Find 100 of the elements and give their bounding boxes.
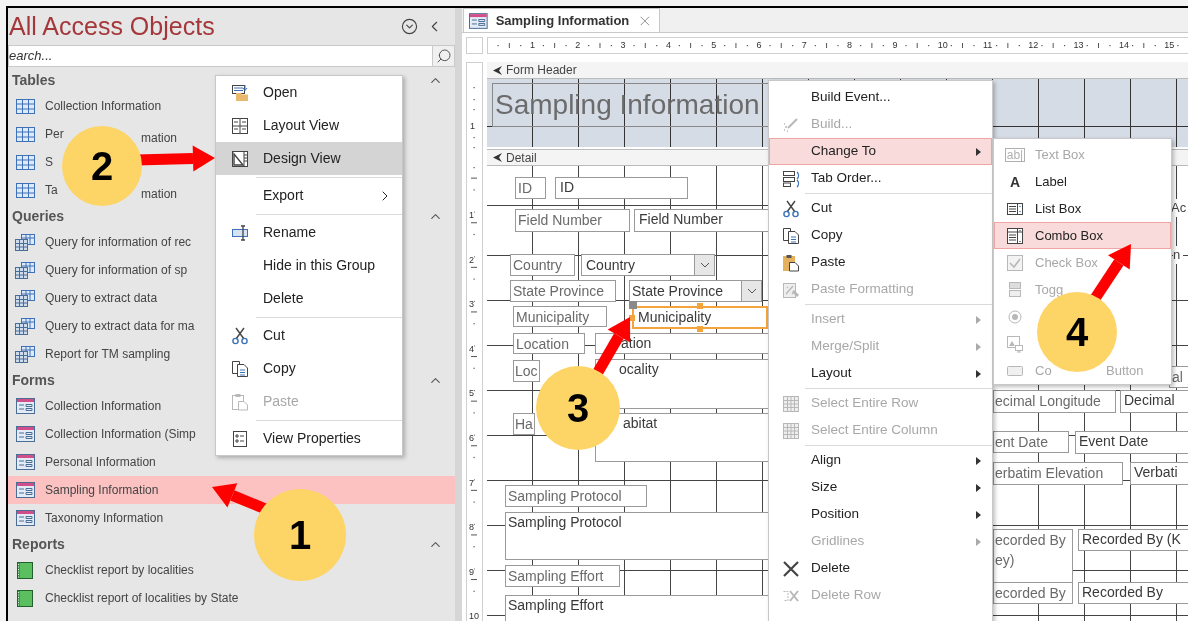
nav-item[interactable]: Collection Information (Simp [8, 424, 196, 444]
search-field[interactable]: earch... [8, 45, 433, 67]
control-label[interactable]: State Province [510, 280, 616, 302]
nav-item[interactable]: Report for TM sampling [8, 344, 171, 364]
ruler-number: 5 [711, 39, 717, 52]
menu-item[interactable]: Export [216, 179, 402, 212]
nav-item[interactable]: Ta [8, 180, 58, 200]
ruler-corner [466, 37, 483, 54]
table-icon [15, 182, 35, 198]
nav-item[interactable]: Taxonomy Information [8, 508, 164, 528]
menu-item[interactable]: A Label [994, 168, 1171, 195]
control-label[interactable]: ecorded By ey) [993, 529, 1073, 583]
menu-item[interactable]: Tab Order... [769, 165, 992, 192]
menu-item[interactable]: Combo Box [994, 222, 1171, 249]
resize-handle[interactable] [697, 303, 703, 309]
text-box[interactable]: Field Number [634, 209, 769, 232]
menu-item[interactable]: Delete [216, 282, 402, 315]
menu-item[interactable]: Cut [769, 195, 992, 222]
control-label[interactable]: ent Date [993, 431, 1069, 453]
control-label[interactable]: Sampling Protocol [505, 485, 647, 507]
text-box[interactable]: abitat [595, 413, 770, 462]
menu-item[interactable]: Align [769, 447, 992, 474]
text-box[interactable]: Recorded By (K [1078, 529, 1188, 551]
nav-item[interactable]: Checklist report of localities by State [8, 588, 239, 608]
control-label[interactable]: Municipality [513, 306, 607, 327]
menu-item[interactable]: Copy [216, 352, 402, 385]
nav-item[interactable]: Checklist report by localities [8, 560, 194, 580]
menu-item[interactable]: Open [216, 76, 402, 109]
ruler-number: 3 [620, 39, 626, 52]
control-label[interactable]: Location [513, 333, 585, 354]
menu-item[interactable]: Paste [769, 249, 992, 276]
text-box[interactable]: Verbati [1130, 462, 1188, 485]
combo-box[interactable]: State Province [629, 280, 762, 302]
search-button[interactable] [433, 45, 455, 67]
properties-icon [231, 429, 249, 448]
section-header[interactable]: Reports [12, 533, 65, 555]
nav-item[interactable]: Query to extract data for ma [8, 316, 195, 336]
section-header[interactable]: Forms [12, 369, 55, 391]
control-label[interactable]: ecorded By [993, 582, 1073, 604]
combo-box[interactable]: Country [581, 254, 715, 276]
dropdown-icon[interactable] [401, 18, 418, 35]
submenu-arrow-icon [976, 537, 981, 546]
move-handle[interactable] [629, 301, 637, 309]
control-label[interactable]: n [1173, 246, 1183, 264]
ruler-number: 4 [665, 39, 671, 52]
nav-item[interactable]: Collection Information [8, 396, 162, 416]
menu-item[interactable]: Design View [216, 142, 402, 175]
section-header[interactable]: Queries [12, 205, 65, 227]
nav-item[interactable]: Personal Information [8, 452, 156, 472]
submenu-arrow-icon [976, 315, 981, 324]
menu-item[interactable]: Cut [216, 319, 402, 352]
nav-item[interactable]: mation [141, 128, 178, 147]
section-marker-icon [493, 153, 502, 162]
menu-item[interactable]: Layout [769, 360, 992, 387]
control-label[interactable]: Ha [513, 413, 535, 435]
section-header[interactable]: Tables [12, 69, 56, 91]
text-box[interactable]: Decimal [1120, 390, 1188, 413]
menu-item[interactable]: View Properties [216, 422, 402, 455]
control-label[interactable]: ID [515, 177, 546, 199]
text-box[interactable]: ID [555, 177, 688, 199]
control-label[interactable]: Loc [513, 360, 540, 382]
menu-item[interactable]: Rename [216, 216, 402, 249]
menu-item[interactable]: Position [769, 501, 992, 528]
nav-item[interactable]: Collection Information [8, 96, 162, 116]
control-label[interactable]: ecimal Longitude [993, 390, 1116, 413]
submenu-arrow-icon [976, 510, 981, 519]
resize-handle[interactable] [697, 326, 703, 332]
nav-item[interactable]: Query for information of rec [8, 232, 192, 252]
menu-item[interactable]: Hide in this Group [216, 249, 402, 282]
control-label[interactable]: Sampling Effort [505, 565, 620, 587]
pane-title: All Access Objects [9, 10, 215, 42]
nav-item[interactable]: Per [8, 124, 64, 144]
menu-item[interactable]: Change To [769, 138, 992, 165]
text-box[interactable]: Sampling Protocol [505, 512, 770, 560]
control-label[interactable]: erbatim Elevation [993, 462, 1123, 485]
menu-item[interactable]: Delete [769, 555, 992, 582]
grid-icon [781, 421, 800, 440]
control-label[interactable]: Field Number [515, 209, 630, 232]
menu-item[interactable]: Size [769, 474, 992, 501]
menu-item[interactable]: Build Event... [769, 84, 992, 111]
resize-handle[interactable] [629, 314, 635, 321]
form-icon [15, 398, 35, 414]
text-box[interactable]: ation [595, 333, 770, 354]
text-box[interactable]: Event Date [1075, 431, 1188, 454]
control-label[interactable]: Country [510, 254, 575, 276]
menu-item[interactable]: List Box [994, 195, 1171, 222]
menu-item[interactable]: Copy [769, 222, 992, 249]
text-box[interactable]: Municipality [632, 306, 768, 329]
set-square-icon [231, 149, 249, 168]
nav-item[interactable]: S [8, 152, 53, 172]
section-band[interactable]: Form Header [487, 62, 1188, 79]
document-tab[interactable]: Sampling Information [463, 8, 660, 32]
clipboard-icon [781, 253, 800, 272]
nav-item[interactable]: mation [141, 184, 178, 203]
text-box[interactable]: Recorded By [1078, 582, 1188, 604]
text-box[interactable]: Sampling Effort [505, 595, 770, 621]
menu-item[interactable]: Layout View [216, 109, 402, 142]
nav-item[interactable]: Query to extract data [8, 288, 158, 308]
section-marker-icon [493, 65, 502, 75]
nav-item[interactable]: Query for information of sp [8, 260, 188, 280]
